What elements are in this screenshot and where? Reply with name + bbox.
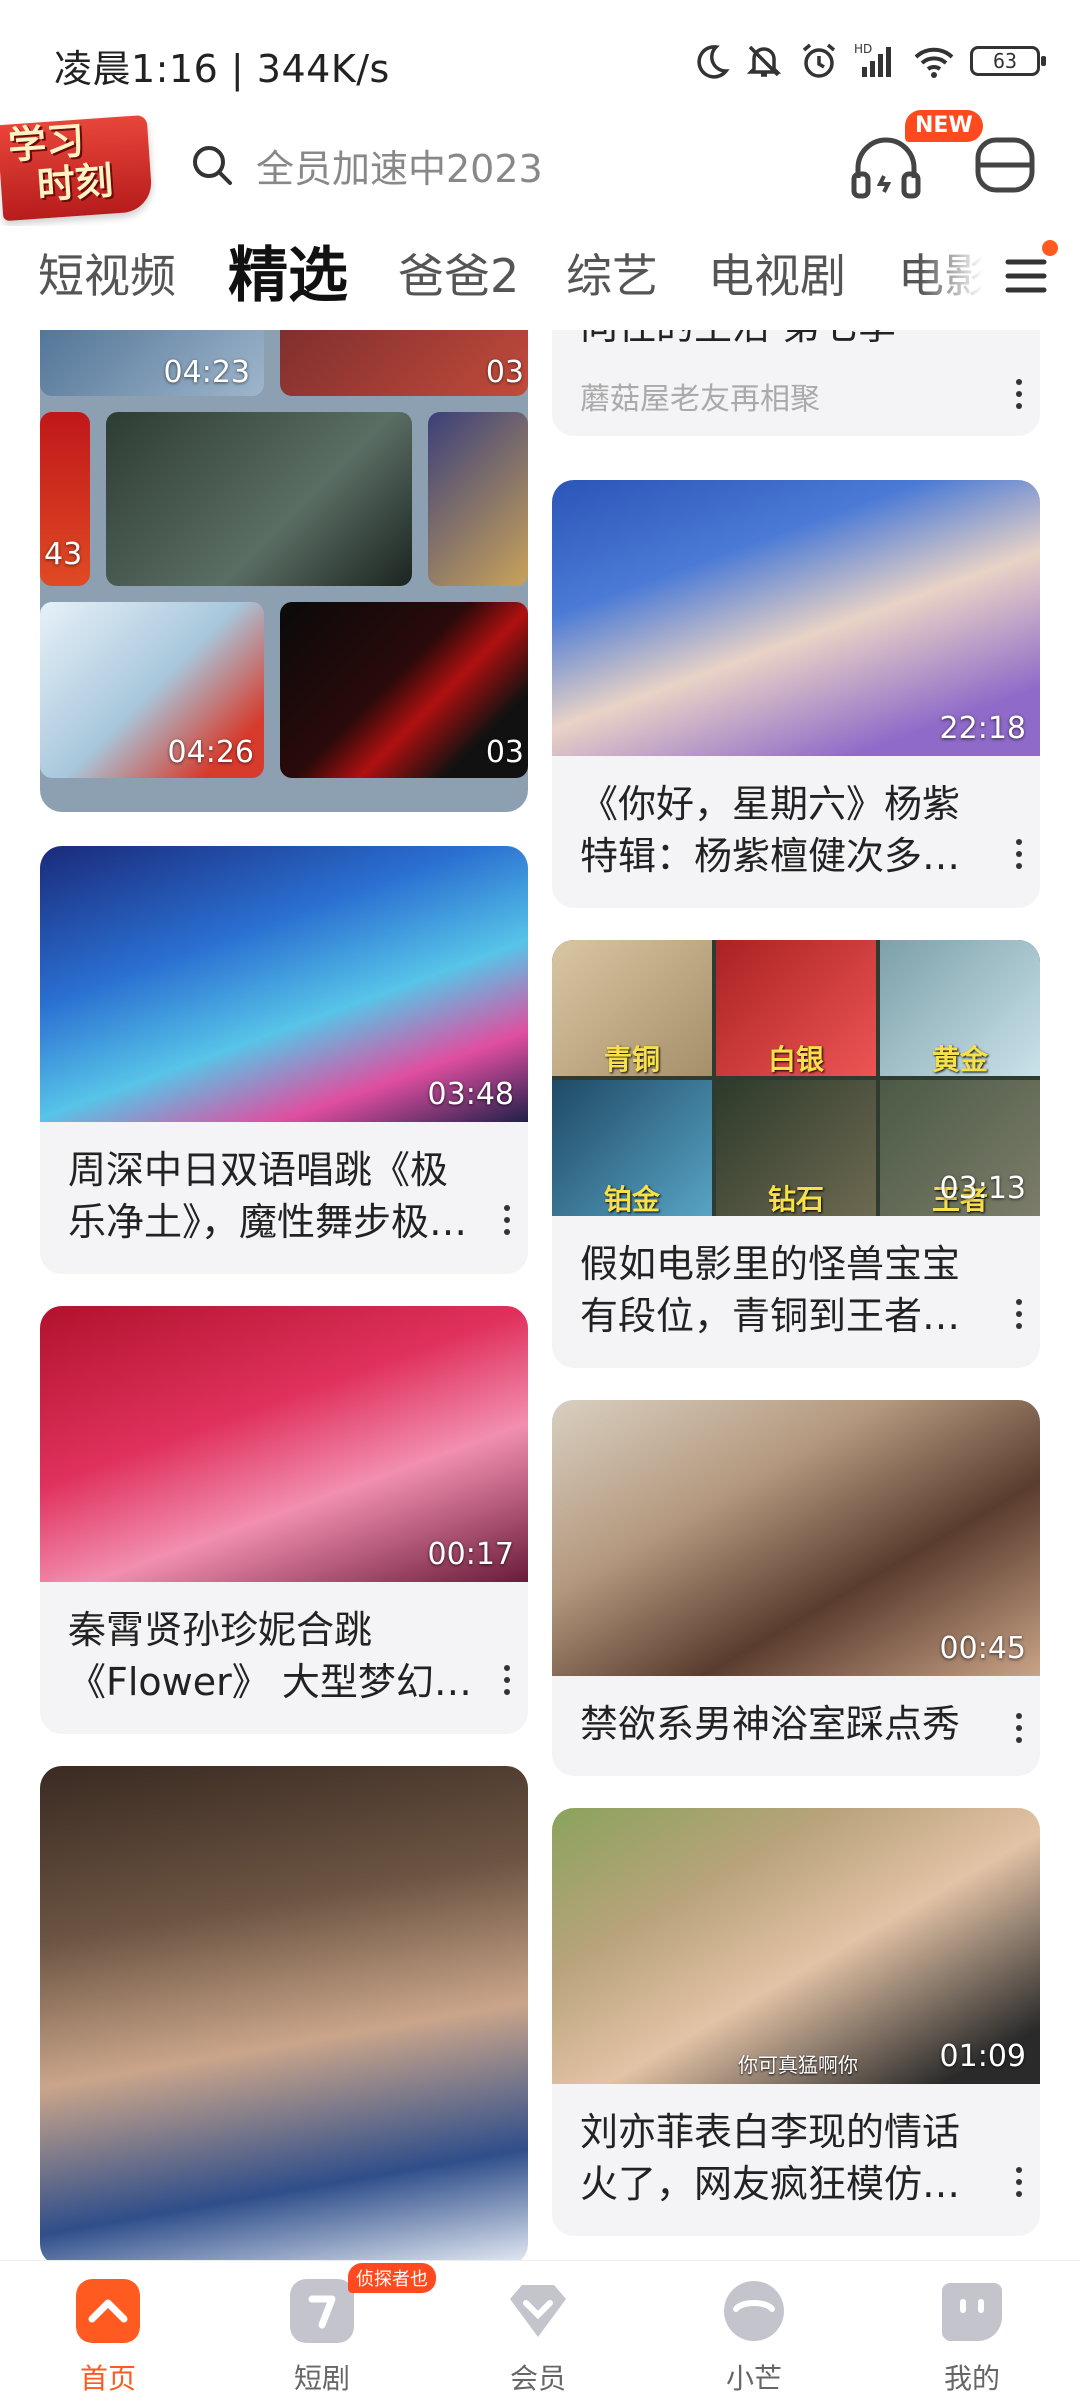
video-thumbnail: 00:17 xyxy=(40,1306,528,1582)
profile-icon xyxy=(942,2283,1002,2341)
more-options-icon[interactable] xyxy=(1014,836,1024,870)
video-title: 假如电影里的怪兽宝宝有段位，青铜到王者，迷你怪兽 xyxy=(580,1242,961,1338)
channel-tabs: 短视频 精选 爸爸2 综艺 电视剧 电影 xyxy=(0,226,1080,326)
tab-short-video[interactable]: 短视频 xyxy=(38,226,176,326)
collage-thumbnail: 04:23 03 43 04:26 03 xyxy=(40,330,528,788)
short-drama-icon xyxy=(290,2279,354,2343)
video-thumbnail xyxy=(40,1766,528,2260)
tier-label: 青铜 xyxy=(604,1043,661,1076)
video-duration: 00:17 xyxy=(427,1537,514,1572)
nav-label: 会员 xyxy=(509,2362,566,2395)
video-feed: 04:23 03 43 04:26 03 03:48 周深中日双语唱跳《极乐净土… xyxy=(0,330,1080,2260)
video-duration: 03:48 xyxy=(427,1077,514,1112)
video-title: 《你好，星期六》杨紫特辑：杨紫檀健次多年网友见面 xyxy=(580,782,961,878)
status-time: 凌晨1:16 | 344K/s xyxy=(54,47,390,91)
tier-label: 钻石 xyxy=(768,1183,825,1216)
more-options-icon[interactable] xyxy=(1014,1296,1024,1330)
video-card[interactable]: 青铜 白银 黄金 铂金 钻石 王者 03:13 假如电影里的怪兽宝宝有段位，青铜… xyxy=(552,940,1040,1368)
video-card-collage[interactable]: 04:23 03 43 04:26 03 xyxy=(40,330,528,812)
nav-short-drama[interactable]: 侦探者也 短剧 xyxy=(252,2263,436,2397)
search-input[interactable]: 全员加速中2023 xyxy=(190,130,830,200)
search-placeholder: 全员加速中2023 xyxy=(256,146,543,191)
more-options-icon[interactable] xyxy=(1014,1710,1024,1744)
video-title: 秦霄贤孙珍妮合跳《Flower》 大型梦幻联动现场 xyxy=(68,1608,472,1704)
home-icon xyxy=(76,2279,140,2343)
nav-badge: 侦探者也 xyxy=(348,2263,436,2293)
study-time-logo[interactable]: 学习 时刻 xyxy=(0,114,154,222)
video-thumbnail: 22:18 xyxy=(552,480,1040,756)
mute-bell-icon xyxy=(746,45,782,77)
video-thumbnail: 03:48 xyxy=(40,846,528,1122)
video-card[interactable] xyxy=(40,1766,528,2260)
video-duration: 00:45 xyxy=(939,1631,1026,1666)
header: 学习 时刻 全员加速中2023 NEW xyxy=(0,110,1080,222)
video-card[interactable]: 22:18 《你好，星期六》杨紫特辑：杨紫檀健次多年网友见面 xyxy=(552,480,1040,908)
tabs-fade xyxy=(920,226,1010,326)
collage-duration-2: 03 xyxy=(485,355,524,390)
video-caption: 你可真猛啊你 xyxy=(738,2053,858,2077)
nav-vip[interactable]: 会员 xyxy=(468,2279,608,2397)
nav-home[interactable]: 首页 xyxy=(38,2279,178,2397)
video-thumbnail: 00:45 xyxy=(552,1400,1040,1676)
alarm-icon xyxy=(802,43,836,78)
status-icons: HD 63 xyxy=(690,36,1046,86)
video-title: 禁欲系男神浴室踩点秀 xyxy=(580,1702,961,1746)
tab-variety[interactable]: 综艺 xyxy=(566,226,658,326)
nav-label: 首页 xyxy=(79,2362,136,2395)
nav-label: 短剧 xyxy=(293,2362,350,2395)
video-card[interactable]: 向往的生活 第七季 蘑菇屋老友再相聚 xyxy=(552,330,1040,436)
nav-label: 小芒 xyxy=(725,2362,782,2395)
more-options-icon[interactable] xyxy=(1014,2164,1024,2198)
video-card[interactable]: 03:48 周深中日双语唱跳《极乐净土》，魔性舞步极致勾魂 xyxy=(40,846,528,1274)
more-options-icon[interactable] xyxy=(1014,376,1024,410)
nav-profile[interactable]: 我的 xyxy=(902,2279,1042,2397)
video-title: 周深中日双语唱跳《极乐净土》，魔性舞步极致勾魂 xyxy=(68,1148,468,1244)
battery-icon: 63 xyxy=(970,46,1046,76)
video-card[interactable]: 你可真猛啊你 01:09 刘亦菲表白李现的情话火了，网友疯狂模仿，太甜了 xyxy=(552,1808,1040,2236)
nav-label: 我的 xyxy=(943,2362,1000,2395)
more-options-icon[interactable] xyxy=(502,1202,512,1236)
tab-tv-series[interactable]: 电视剧 xyxy=(708,226,846,326)
tier-label: 白银 xyxy=(768,1043,825,1076)
video-thumbnail: 你可真猛啊你 01:09 xyxy=(552,1808,1040,2084)
tier-label: 铂金 xyxy=(604,1183,661,1216)
collage-duration-4: 04:26 xyxy=(167,735,254,770)
collage-duration-1: 04:23 xyxy=(163,355,250,390)
video-duration: 01:09 xyxy=(939,2039,1026,2074)
video-subtitle: 蘑菇屋老友再相聚 xyxy=(580,382,820,417)
video-thumbnail: 青铜 白银 黄金 铂金 钻石 王者 03:13 xyxy=(552,940,1040,1216)
tab-menu-icon[interactable] xyxy=(1004,252,1052,300)
svg-text:HD: HD xyxy=(854,42,872,56)
video-card[interactable]: 00:17 秦霄贤孙珍妮合跳《Flower》 大型梦幻联动现场 xyxy=(40,1306,528,1734)
more-options-icon[interactable] xyxy=(502,1662,512,1696)
collage-duration-3: 43 xyxy=(44,537,83,572)
tab-featured[interactable]: 精选 xyxy=(228,226,348,326)
vip-icon xyxy=(510,2285,566,2337)
video-duration: 22:18 xyxy=(939,711,1026,746)
search-icon xyxy=(193,146,232,185)
tab-dad2[interactable]: 爸爸2 xyxy=(398,226,519,326)
status-bar: 凌晨1:16 | 344K/s HD 63 xyxy=(0,0,1080,120)
video-card[interactable]: 00:45 禁欲系男神浴室踩点秀 xyxy=(552,1400,1040,1776)
video-title: 刘亦菲表白李现的情话火了，网友疯狂模仿，太甜了 xyxy=(580,2110,961,2206)
video-title: 向往的生活 第七季 xyxy=(580,330,992,352)
wifi-icon xyxy=(914,47,954,78)
scan-menu-icon[interactable] xyxy=(972,132,1038,198)
collage-duration-5: 03 xyxy=(485,735,524,770)
tier-label: 黄金 xyxy=(932,1043,989,1076)
moon-icon xyxy=(697,45,730,79)
signal-icon: HD xyxy=(854,42,891,77)
tab-menu-dot xyxy=(1042,240,1058,256)
nav-xiaomang[interactable]: 小芒 xyxy=(684,2279,824,2397)
video-duration: 03:13 xyxy=(939,1171,1026,1206)
xiaomang-icon xyxy=(724,2281,784,2341)
bottom-nav: 首页 侦探者也 短剧 会员 小芒 我的 xyxy=(0,2260,1080,2401)
